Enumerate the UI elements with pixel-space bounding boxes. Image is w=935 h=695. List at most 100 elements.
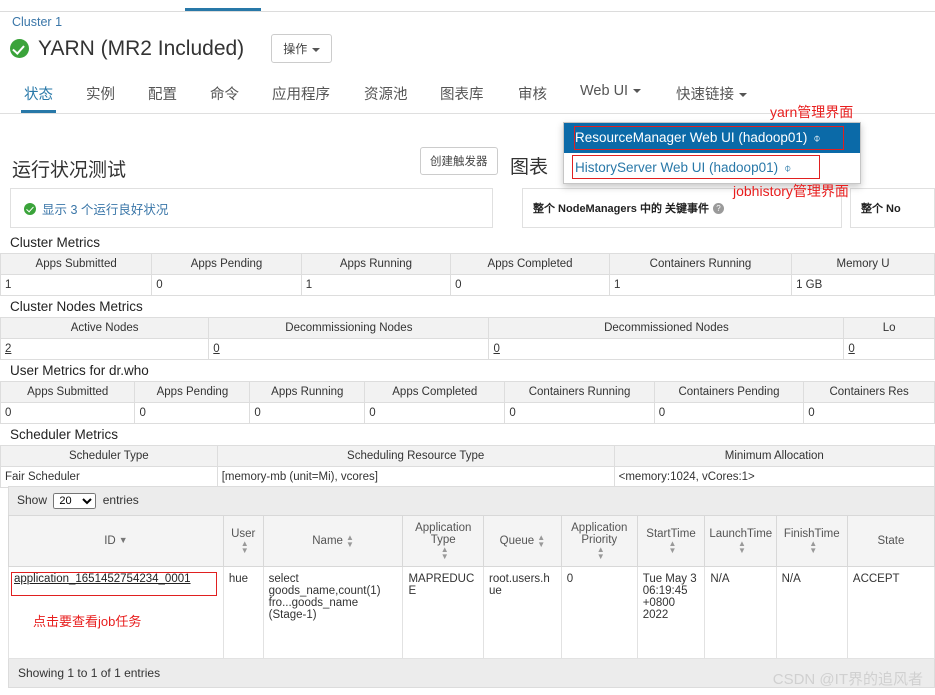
table-cell: 1: [300, 274, 452, 296]
cell-launch-time: N/A: [704, 566, 777, 659]
sort-icon[interactable]: ▲ ▼: [597, 546, 605, 561]
tab-0[interactable]: 状态: [21, 83, 56, 113]
tab-5[interactable]: 资源池: [364, 83, 408, 104]
column-header-launchtime[interactable]: LaunchTime▲ ▼: [704, 515, 777, 567]
tab-label: 快速链接: [676, 87, 734, 103]
column-header: Scheduling Resource Type: [216, 445, 615, 467]
table-cell: 0: [249, 402, 366, 424]
table-cell: 0: [450, 274, 610, 296]
cell-start-time: Tue May 3 06:19:45 +0800 2022: [636, 566, 706, 659]
column-header: Scheduler Type: [0, 445, 218, 467]
column-header: Apps Pending: [134, 381, 251, 403]
table-row: application_1651452754234_0001 hue select …: [8, 566, 935, 659]
check-circle-icon: [10, 39, 29, 58]
sort-icon[interactable]: ▲ ▼: [346, 534, 354, 549]
table-header-row: Apps Submitted Apps Pending Apps Running Ap…: [0, 381, 935, 403]
column-header-application-type[interactable]: Application Type▲ ▼: [402, 515, 485, 567]
cell-link[interactable]: 0: [213, 343, 219, 355]
sort-icon[interactable]: ▲ ▼: [738, 540, 746, 555]
table-row: 0000000: [0, 402, 935, 424]
table-cell[interactable]: 0: [843, 338, 935, 360]
column-header: Memory U: [791, 253, 935, 275]
entries-label: entries: [102, 493, 139, 507]
table-cell: 0: [364, 402, 506, 424]
page-title: YARN (MR2 Included): [38, 36, 245, 60]
column-header-label: Queue: [499, 535, 535, 548]
create-trigger-button[interactable]: 创建触发器: [420, 147, 498, 175]
column-header: Decommissioned Nodes: [488, 317, 845, 339]
sort-icon[interactable]: ▲ ▼: [241, 540, 249, 555]
table-cell: 1: [0, 274, 153, 296]
column-header-label: State: [877, 535, 905, 547]
tab-3[interactable]: 命令: [210, 83, 239, 104]
cluster-nodes-metrics-table: Active Nodes Decommissioning Nodes Decommi…: [0, 317, 935, 360]
operation-button[interactable]: 操作: [271, 34, 333, 63]
tab-label: 配置: [148, 87, 177, 103]
cluster-metrics-table: Apps Submitted Apps Pending Apps Running Ap…: [0, 253, 935, 296]
sort-icon[interactable]: ▲ ▼: [669, 540, 677, 555]
cluster-nodes-metrics-title: Cluster Nodes Metrics: [10, 299, 143, 314]
tab-9[interactable]: 快速链接: [676, 83, 747, 104]
top-tab-active-indicator: [185, 8, 261, 11]
page-size-select[interactable]: 2050100: [53, 493, 97, 509]
tab-2[interactable]: 配置: [148, 83, 177, 104]
table-cell[interactable]: 0: [208, 338, 490, 360]
menu-item-resourcemanager-webui[interactable]: ResourceManager Web UI (hadoop01) ⌽: [564, 123, 860, 153]
table-header-row: Apps Submitted Apps Pending Apps Running Ap…: [0, 253, 935, 275]
tab-label: 图表库: [440, 87, 484, 103]
menu-item-resourcemanager-label: ResourceManager Web UI (hadoop01): [575, 130, 808, 145]
column-header-state[interactable]: State: [846, 515, 935, 567]
column-header: Minimum Allocation: [613, 445, 935, 467]
table-cell: 0: [653, 402, 805, 424]
scheduler-metrics-title: Scheduler Metrics: [10, 427, 119, 442]
top-tab-strip: [0, 0, 935, 12]
tab-1[interactable]: 实例: [86, 83, 115, 104]
column-header-label: Application Type: [415, 522, 472, 546]
table-cell[interactable]: 2: [0, 338, 210, 360]
application-id-link[interactable]: application_1651452754234_0001: [14, 573, 191, 585]
cell-priority: 0: [560, 566, 638, 659]
sort-icon[interactable]: ▲ ▼: [441, 546, 449, 561]
question-circle-icon[interactable]: ?: [713, 203, 725, 214]
sort-desc-icon[interactable]: ▼: [119, 536, 128, 545]
menu-item-historyserver-webui[interactable]: HistoryServer Web UI (hadoop01) ⌽: [564, 153, 860, 183]
yarn-metrics-region: Cluster Metrics Apps Submitted Apps Pendi…: [0, 232, 935, 488]
table-row: Fair Scheduler [memory-mb (unit=Mi), vcor…: [0, 466, 935, 488]
external-link-icon: ⌽: [784, 161, 792, 175]
table-row: 101011 GB: [0, 274, 935, 296]
annotation-click-job: 点击要查看job任务: [33, 614, 142, 629]
column-header-finishtime[interactable]: FinishTime▲ ▼: [775, 515, 848, 567]
external-link-icon: ⌽: [813, 131, 821, 145]
cell-link[interactable]: 2: [5, 343, 11, 355]
tab-7[interactable]: 审核: [518, 83, 547, 104]
sort-icon[interactable]: ▲ ▼: [809, 540, 817, 555]
health-summary-link[interactable]: 显示 3 个运行良好状况: [42, 199, 168, 218]
tab-4[interactable]: 应用程序: [272, 83, 330, 104]
column-header-name[interactable]: Name ▲ ▼: [262, 515, 404, 567]
column-header: Apps Running: [249, 381, 366, 403]
column-header: Containers Pending: [653, 381, 805, 403]
column-header-id[interactable]: ID ▼: [8, 515, 224, 567]
table-cell: Fair Scheduler: [0, 466, 218, 488]
sort-icon[interactable]: ▲ ▼: [537, 534, 545, 549]
table-cell: 0: [134, 402, 251, 424]
breadcrumb-cluster-link[interactable]: Cluster 1: [12, 15, 62, 29]
chevron-down-icon: [739, 93, 747, 98]
cell-link[interactable]: 0: [848, 343, 854, 355]
tab-6[interactable]: 图表库: [440, 83, 484, 104]
column-header: Apps Completed: [450, 253, 610, 275]
column-header: Containers Running: [504, 381, 655, 403]
service-header: YARN (MR2 Included) 操作: [10, 34, 333, 63]
column-header-application-priority[interactable]: Application Priority▲ ▼: [560, 515, 638, 567]
column-header: Apps Running: [300, 253, 452, 275]
table-cell[interactable]: 0: [488, 338, 845, 360]
column-header-starttime[interactable]: StartTime▲ ▼: [636, 515, 706, 567]
tab-8[interactable]: Web UI: [580, 83, 642, 99]
column-header-queue[interactable]: Queue ▲ ▼: [483, 515, 562, 567]
table-cell: <memory:1024, vCores:1>: [613, 466, 935, 488]
column-header: Apps Completed: [364, 381, 506, 403]
column-header-user[interactable]: User▲ ▼: [222, 515, 264, 567]
tab-label: 应用程序: [272, 87, 330, 103]
cluster-metrics-title: Cluster Metrics: [10, 235, 101, 250]
cell-link[interactable]: 0: [493, 343, 499, 355]
